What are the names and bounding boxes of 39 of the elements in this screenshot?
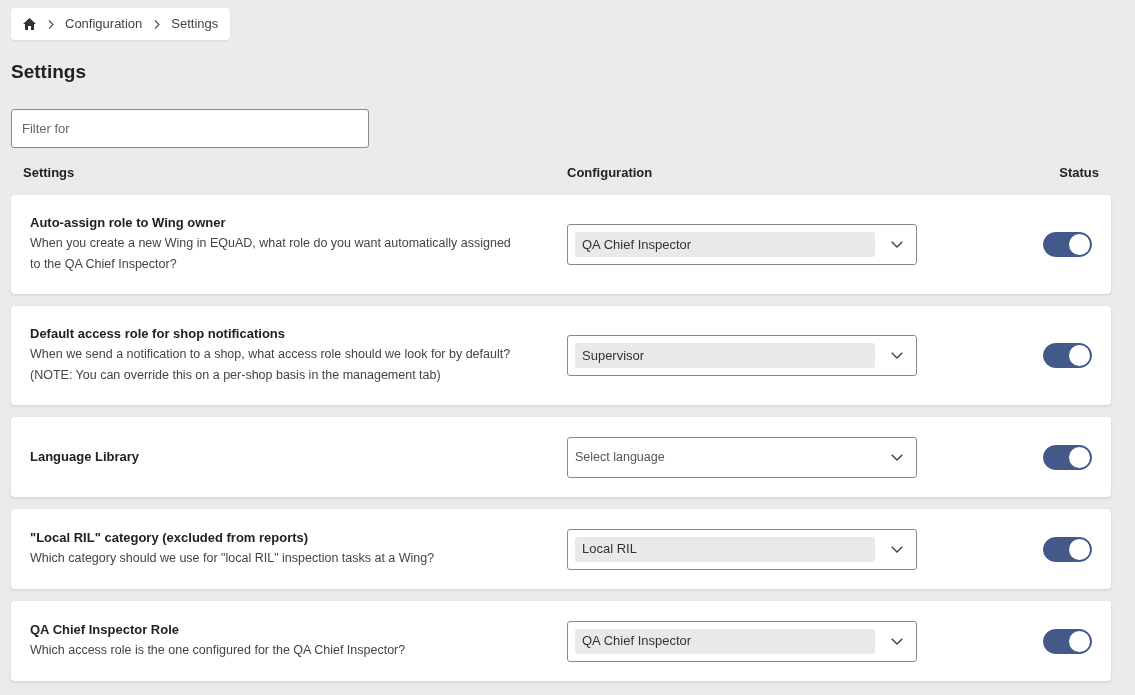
chevron-down-icon xyxy=(891,545,903,553)
column-header: Status xyxy=(1059,164,1099,183)
chevron-right-icon xyxy=(48,19,54,29)
toggle-switch[interactable] xyxy=(1043,343,1092,368)
select-placeholder: Select language xyxy=(575,448,666,466)
breadcrumb-link[interactable]: Configuration xyxy=(65,14,143,34)
setting-title: Language Library xyxy=(30,448,141,466)
chevron-down-icon xyxy=(891,453,903,461)
dropdown-select[interactable]: Supervisor xyxy=(567,335,917,376)
toggle-switch[interactable] xyxy=(1043,232,1092,257)
setting-title: "Local RIL" category (excluded from reports) xyxy=(30,529,310,547)
chevron-down-icon xyxy=(891,352,903,359)
selected-value-tag: QA Chief Inspector xyxy=(575,232,875,257)
column-header: Configuration xyxy=(567,164,653,183)
chevron-down-icon xyxy=(891,637,903,645)
setting-title: Auto-assign role to Wing owner xyxy=(30,214,227,232)
selected-value-tag: Local RIL xyxy=(575,536,875,562)
dropdown-select[interactable]: Select language xyxy=(567,436,917,478)
dropdown-select[interactable]: QA Chief Inspector xyxy=(567,620,917,662)
selected-value-tag: Supervisor xyxy=(575,343,875,368)
filter-field[interactable]: Filter for xyxy=(11,109,369,148)
column-header: Settings xyxy=(23,164,76,183)
selected-value-tag: QA Chief Inspector xyxy=(575,628,875,654)
setting-title: Default access role for shop notifications xyxy=(30,325,286,343)
setting-description: Which access role is the one configured for the QA Chief Inspector? xyxy=(30,642,407,659)
toggle-switch[interactable] xyxy=(1043,444,1092,470)
dropdown-select[interactable]: QA Chief Inspector xyxy=(567,224,917,265)
chevron-right-icon xyxy=(154,19,161,29)
toggle-switch[interactable] xyxy=(1043,536,1092,562)
dropdown-select[interactable]: Local RIL xyxy=(567,528,917,570)
chevron-down-icon xyxy=(891,241,903,248)
setting-description: When you create a new Wing in EQuAD, what role do you want automatically assigned to the QA Chief Inspector? xyxy=(30,235,512,273)
setting-description: When we send a notification to a shop, what access role should we look for by default? (NOTE: You can override this on a per-shop basis in the management tab) xyxy=(30,346,512,384)
breadcrumb-link[interactable]: Settings xyxy=(171,14,219,34)
home-icon[interactable] xyxy=(23,18,36,30)
toggle-switch[interactable] xyxy=(1043,628,1092,654)
page-title: Settings xyxy=(11,60,87,84)
setting-description: Which category should we use for "local RIL" inspection tasks at a Wing? xyxy=(30,550,436,567)
setting-title: QA Chief Inspector Role xyxy=(30,621,181,639)
